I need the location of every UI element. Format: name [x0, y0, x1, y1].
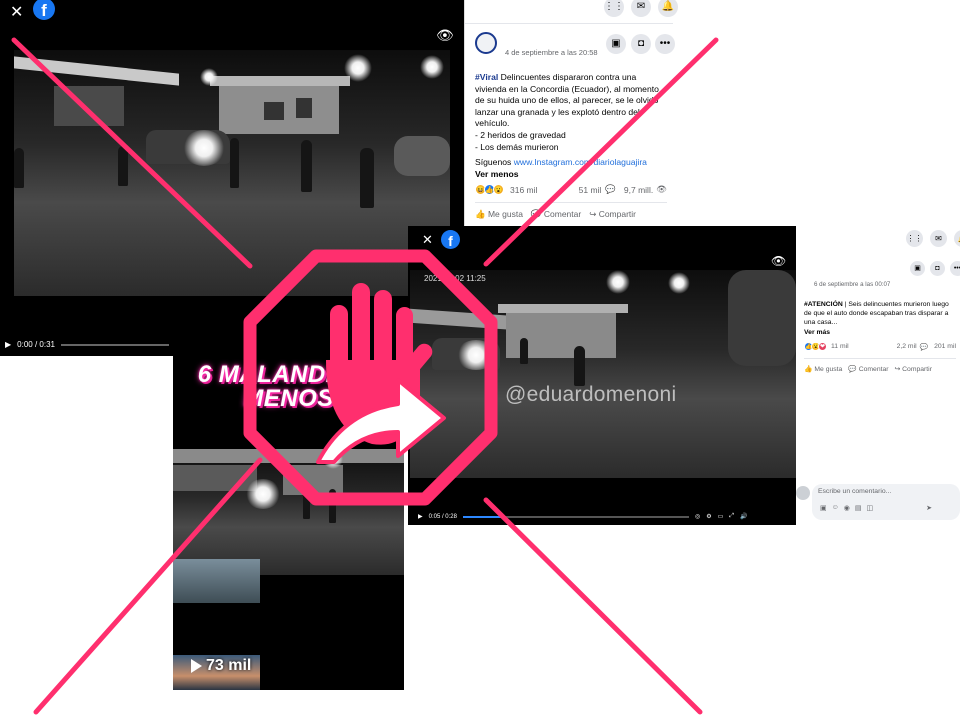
more-icon[interactable]: •••	[950, 261, 960, 276]
video-controls: ▶ 0:00 / 0:31	[5, 340, 175, 349]
like-button[interactable]: 👍 Me gusta	[804, 365, 842, 373]
video-controls: ▶ 0:05 / 0:28 ◎ ⚙ ▭ ⤢ 🔊	[418, 513, 790, 520]
close-icon[interactable]: ✕	[10, 2, 23, 22]
cross-line	[483, 497, 703, 715]
gif-icon[interactable]: ▤	[855, 504, 862, 512]
reaction-counts: 👍 😮 ❤ 11 mil 2,2 mil 💬 201 mil	[804, 342, 956, 351]
bookmark-icon[interactable]: ◘	[631, 34, 651, 54]
notifications-icon[interactable]: 🔔	[658, 0, 678, 17]
video-time: 0:05 / 0:28	[428, 513, 457, 520]
video-timestamp: 2021 09 02 11:25	[424, 274, 486, 283]
save-icon[interactable]: ▣	[606, 34, 626, 54]
video-frame	[173, 449, 404, 575]
like-button[interactable]: 👍 Me gusta	[475, 209, 523, 220]
avatar	[796, 486, 810, 500]
captions-icon[interactable]: ◎	[695, 513, 700, 520]
post-date[interactable]: 6 de septiembre a las 00:07	[814, 281, 890, 288]
comments-count[interactable]: 2,2 mil	[897, 343, 917, 350]
reactions-count[interactable]: 11 mil	[831, 343, 849, 350]
post-actions: 👍 Me gusta 💬 Comentar ↪ Compartir	[475, 202, 667, 220]
post-date[interactable]: 4 de septiembre a las 20:58	[505, 48, 598, 57]
send-icon[interactable]: ➤	[926, 504, 932, 512]
play-icon[interactable]: ▶	[418, 513, 423, 520]
facebook-screenshot-2: ✕ f 👁 2021 09 02 11:25 @eduardomenoni ▶	[408, 226, 960, 525]
emoji-icon[interactable]: ☺	[832, 504, 839, 512]
view-count: 73 mil	[191, 657, 251, 675]
fullscreen-icon[interactable]: ⤢	[729, 513, 734, 520]
play-icon[interactable]	[191, 659, 202, 673]
camera-icon[interactable]: ◉	[844, 504, 850, 512]
facebook-logo-icon[interactable]: f	[441, 230, 460, 249]
save-icon[interactable]: ▣	[910, 261, 925, 276]
eye-slash-icon[interactable]: 👁	[771, 254, 786, 268]
eye-icon: 👁	[656, 184, 667, 194]
close-icon[interactable]: ✕	[422, 232, 433, 248]
video-player[interactable]: ✕ f 👁 2021 09 02 11:25 @eduardomenoni ▶	[408, 226, 796, 525]
post-actions: 👍 Me gusta 💬 Comentar ↪ Compartir	[804, 358, 956, 373]
video-time: 0:00 / 0:31	[17, 340, 55, 349]
post-panel: ⋮⋮ ✉ 🔔 ▣ ◘ ••• 6 de septiembre a las 00:…	[796, 226, 960, 525]
post-panel: ⋮⋮ ✉ 🔔 4 de septiembre a las 20:58 ▣ ◘ •…	[464, 0, 678, 232]
comment-button[interactable]: 💬 Comentar	[531, 209, 581, 220]
volume-icon[interactable]: 🔊	[740, 513, 747, 520]
comment-input[interactable]: Escribe un comentario... ▣ ☺ ◉ ▤ ◫ ➤	[812, 484, 960, 520]
messenger-icon[interactable]: ✉	[930, 230, 947, 247]
pip-icon[interactable]: ▭	[718, 513, 724, 520]
post-text: #Viral Delincuentes dispararon contra un…	[475, 72, 659, 152]
comment-tools: ▣ ☺ ◉ ▤ ◫ ➤	[820, 504, 932, 512]
views-count: 201 mil	[934, 343, 956, 350]
top-nav: ⋮⋮ ✉ 🔔	[465, 0, 678, 24]
see-less-link[interactable]: Ver menos	[475, 169, 518, 179]
eye-slash-icon[interactable]: 👁	[436, 27, 454, 44]
reactions-count[interactable]: 316 mil	[510, 185, 537, 195]
watermark: @eduardomenoni	[505, 383, 677, 406]
views-count: 9,7 mill.	[623, 184, 654, 195]
share-button[interactable]: ↪ Compartir	[895, 365, 932, 373]
avatar-sticker-icon[interactable]: ◫	[867, 504, 874, 512]
follow-line: Síguenos www.Instagram.com/diariolaguaji…	[475, 157, 647, 179]
grid-menu-icon[interactable]: ⋮⋮	[906, 230, 923, 247]
grid-menu-icon[interactable]: ⋮⋮	[604, 0, 624, 17]
bookmark-icon[interactable]: ◘	[930, 261, 945, 276]
comments-count[interactable]: 51 mil	[579, 185, 602, 195]
video-top-bar: ✕ f	[0, 0, 464, 38]
facebook-logo-icon[interactable]: f	[33, 0, 55, 20]
video-player[interactable]: ✕ f 👁 ▶ 0:00 / 0:31	[0, 0, 464, 356]
sticker-icon[interactable]: ▣	[820, 504, 827, 512]
see-more-link[interactable]: Ver más	[804, 329, 830, 336]
more-icon[interactable]: •••	[655, 34, 675, 54]
avatar[interactable]	[475, 32, 497, 54]
thumbnail-image[interactable]	[173, 559, 260, 603]
vertical-video-screenshot[interactable]: 6 MALANDROS MENOS 73 mil	[173, 329, 404, 690]
messenger-icon[interactable]: ✉	[631, 0, 651, 17]
video-progress[interactable]	[60, 343, 169, 346]
video-frame	[14, 50, 450, 296]
instagram-link[interactable]: www.Instagram.com/diariolaguajira	[514, 157, 647, 167]
share-button[interactable]: ↪ Compartir	[589, 209, 636, 220]
post-text: #ATENCIÓN | Seis delincuentes murieron l…	[804, 301, 949, 336]
play-icon[interactable]: ▶	[5, 340, 11, 349]
settings-icon[interactable]: ⚙	[706, 513, 711, 520]
video-frame: 2021 09 02 11:25 @eduardomenoni	[410, 270, 796, 478]
notifications-icon[interactable]: 🔔	[954, 230, 960, 247]
video-progress[interactable]	[462, 515, 689, 518]
reaction-counts: 😆 👍 😮 316 mil 51 mil 💬 9,7 mill. 👁	[475, 184, 667, 195]
comment-button[interactable]: 💬 Comentar	[848, 365, 888, 373]
collage: ✕ f 👁 ▶ 0:00 / 0:31 ⋮⋮ ✉ 🔔 4 de septiemb…	[0, 0, 960, 720]
video-title-overlay: 6 MALANDROS MENOS	[197, 361, 380, 412]
